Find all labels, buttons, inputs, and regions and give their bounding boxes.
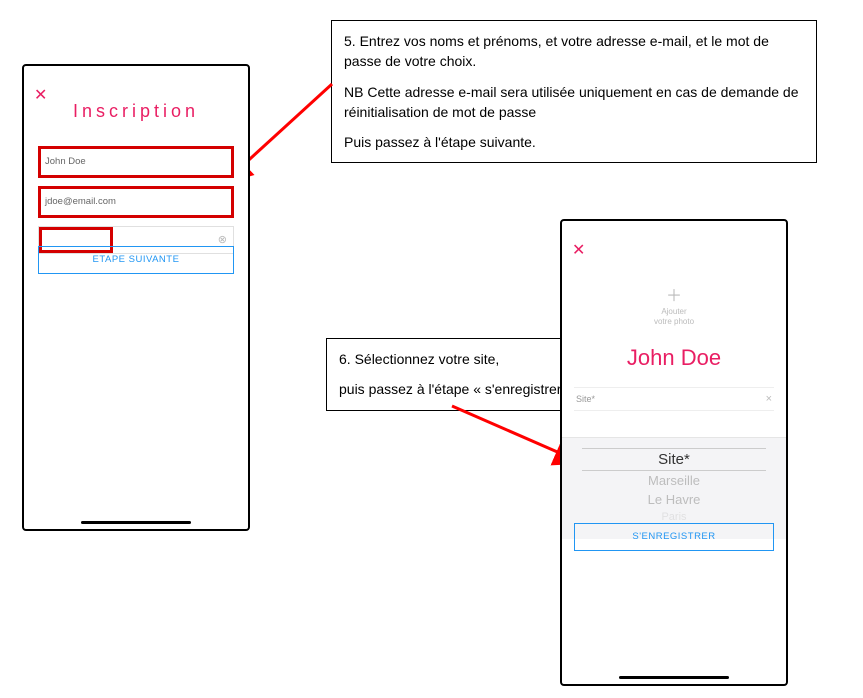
clear-site-icon[interactable]: × — [766, 393, 772, 405]
picker-option-selected[interactable]: Site* — [582, 448, 766, 471]
phone-inscription: ✕ Inscription John Doe jdoe@email.com ⊗ … — [22, 64, 250, 531]
add-photo-icon[interactable]: ＋ — [562, 289, 786, 305]
picker-option-lehavre[interactable]: Le Havre — [562, 490, 786, 509]
site-input[interactable]: Site* × — [574, 387, 774, 411]
register-button[interactable]: S'ENREGISTRER — [574, 523, 774, 551]
page-title: Inscription — [24, 101, 248, 122]
next-step-button[interactable]: ETAPE SUIVANTE — [38, 246, 234, 274]
home-indicator — [619, 676, 729, 679]
picker-option-marseille[interactable]: Marseille — [562, 471, 786, 490]
instruction-5-line-3: Puis passez à l'étape suivante. — [344, 132, 804, 152]
instruction-6-line-1: 6. Sélectionnez votre site, — [339, 349, 597, 369]
name-field[interactable]: John Doe — [38, 146, 234, 178]
profile-username: John Doe — [562, 345, 786, 371]
email-field[interactable]: jdoe@email.com — [38, 186, 234, 218]
site-input-label: Site* — [576, 394, 595, 404]
home-indicator — [81, 521, 191, 524]
add-photo-label: Ajouter votre photo — [562, 307, 786, 326]
form-fields: John Doe jdoe@email.com ⊗ — [38, 146, 234, 262]
instruction-6-line-2: puis passez à l'étape « s'enregistrer » — [339, 379, 597, 399]
phone-profile: ✕ ＋ Ajouter votre photo John Doe Site* ×… — [560, 219, 788, 686]
instruction-5-line-2: NB Cette adresse e-mail sera utilisée un… — [344, 82, 804, 123]
instruction-step-5: 5. Entrez vos noms et prénoms, et votre … — [331, 20, 817, 163]
instruction-5-line-1: 5. Entrez vos noms et prénoms, et votre … — [344, 31, 804, 72]
close-icon[interactable]: ✕ — [572, 243, 585, 259]
